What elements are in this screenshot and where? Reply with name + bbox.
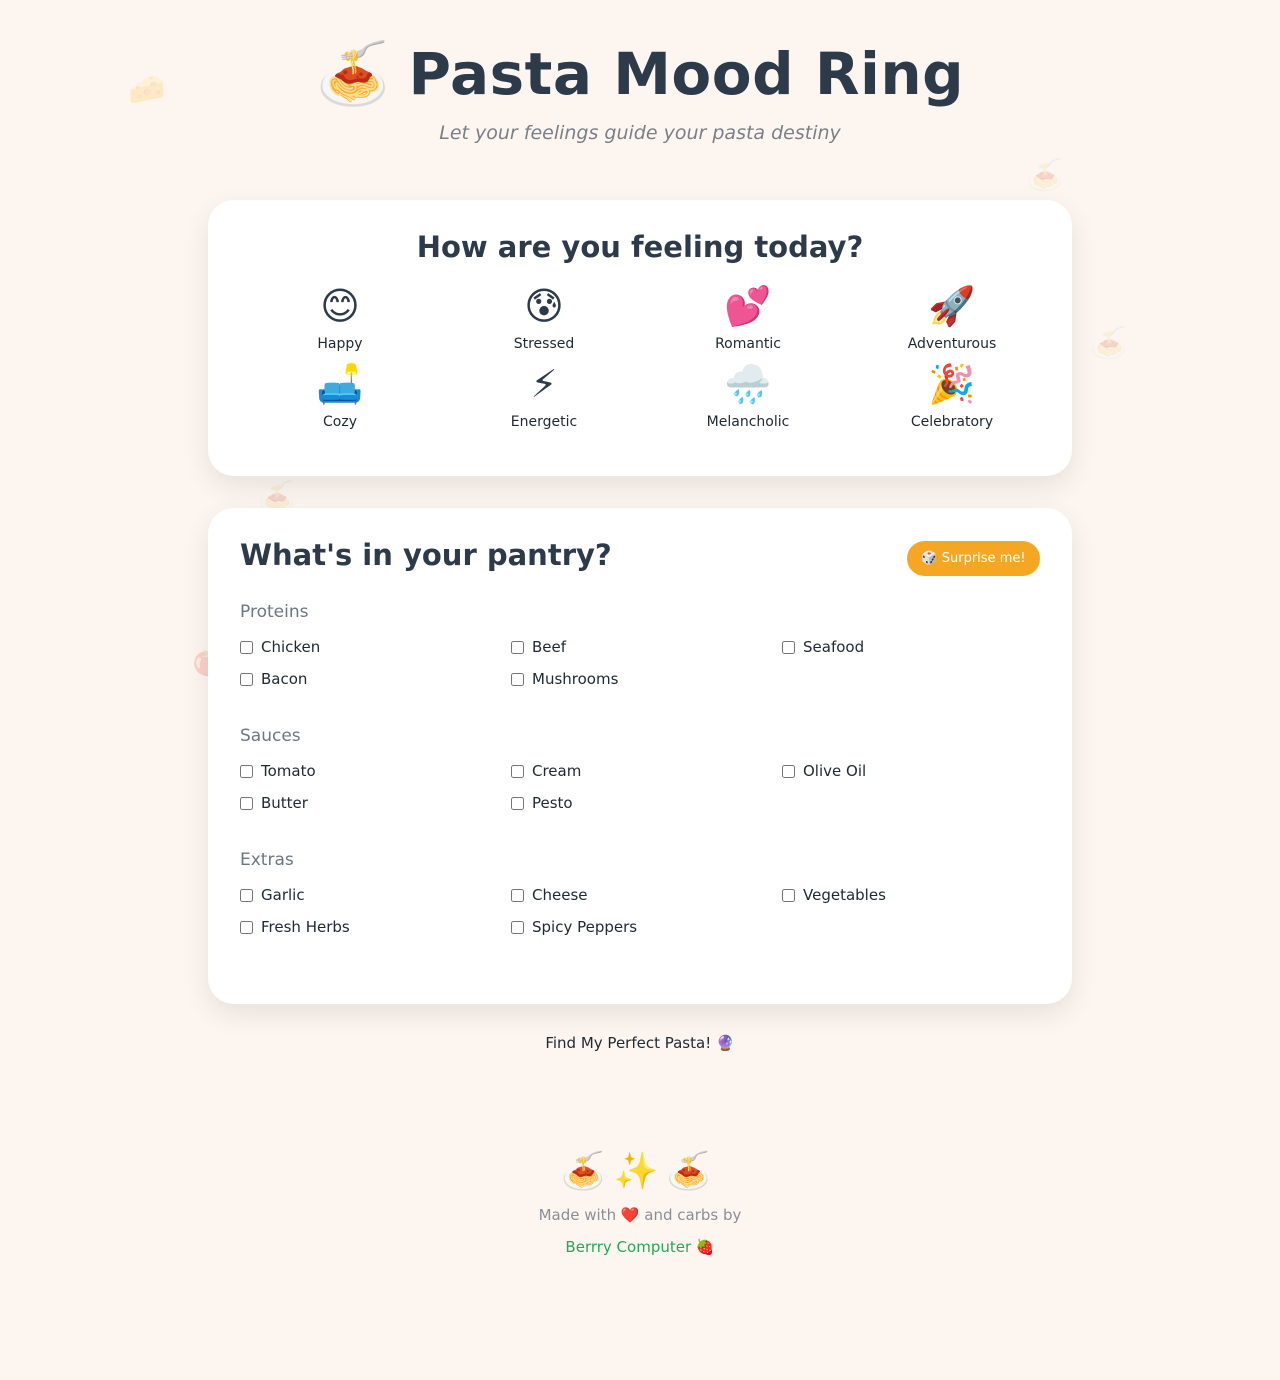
- option-label: Cheese: [532, 886, 588, 904]
- mood-option-stressed[interactable]: 😰 Stressed: [442, 284, 646, 352]
- pasta-decoration-icon: 🍝: [1090, 326, 1128, 361]
- option-beef[interactable]: Beef: [511, 638, 782, 656]
- option-mushrooms[interactable]: Mushrooms: [511, 670, 782, 688]
- checkbox[interactable]: [511, 888, 524, 902]
- option-label: Vegetables: [803, 886, 886, 904]
- pasta-sparkles-icon: 🍝✨🍝: [560, 1151, 720, 1192]
- mood-heading: How are you feeling today?: [416, 230, 864, 264]
- option-label: Seafood: [803, 638, 865, 656]
- smile-icon: 😊: [320, 284, 360, 328]
- mood-label: Adventurous: [907, 336, 997, 352]
- option-garlic[interactable]: Garlic: [240, 886, 511, 904]
- option-butter[interactable]: Butter: [240, 794, 511, 812]
- checkbox[interactable]: [782, 764, 795, 778]
- option-bacon[interactable]: Bacon: [240, 670, 511, 688]
- mood-label: Cozy: [323, 414, 357, 430]
- option-label: Pesto: [532, 794, 573, 812]
- option-cream[interactable]: Cream: [511, 762, 782, 780]
- option-label: Chicken: [261, 638, 321, 656]
- checkbox[interactable]: [782, 888, 795, 902]
- rain-cloud-icon: 🌧️: [724, 362, 772, 406]
- checkbox[interactable]: [511, 920, 524, 934]
- option-olive-oil[interactable]: Olive Oil: [782, 762, 1053, 780]
- checkbox[interactable]: [782, 640, 795, 654]
- lightning-icon: ⚡: [530, 362, 558, 406]
- mood-option-romantic[interactable]: 💕 Romantic: [646, 284, 850, 352]
- mood-label: Stressed: [513, 336, 575, 352]
- mood-option-happy[interactable]: 😊 Happy: [238, 284, 442, 352]
- checkbox[interactable]: [240, 672, 253, 686]
- option-cheese[interactable]: Cheese: [511, 886, 782, 904]
- option-label: Bacon: [261, 670, 308, 688]
- page-header: 🍝 Pasta Mood Ring Let your feelings guid…: [0, 0, 1280, 144]
- checkbox[interactable]: [240, 796, 253, 810]
- checkbox[interactable]: [240, 640, 253, 654]
- page-footer: 🍝✨🍝 Made with ❤️ and carbs by Berrry Com…: [0, 1150, 1280, 1256]
- option-chicken[interactable]: Chicken: [240, 638, 511, 656]
- section-title: Proteins: [240, 602, 309, 622]
- mood-label: Energetic: [510, 414, 578, 430]
- page-subtitle: Let your feelings guide your pasta desti…: [439, 122, 841, 144]
- find-pasta-button[interactable]: Find My Perfect Pasta! 🔮: [0, 1034, 1280, 1052]
- option-label: Olive Oil: [803, 762, 867, 780]
- option-label: Fresh Herbs: [261, 918, 350, 936]
- option-label: Spicy Peppers: [532, 918, 638, 936]
- mood-label: Melancholic: [706, 414, 790, 430]
- mood-card: How are you feeling today? 😊 Happy 😰 Str…: [208, 200, 1072, 476]
- checkbox[interactable]: [511, 764, 524, 778]
- pantry-section-extras: Extras Garlic Cheese Vegetables Fresh He…: [240, 850, 1040, 936]
- anxious-face-icon: 😰: [524, 284, 564, 328]
- checkbox[interactable]: [511, 796, 524, 810]
- title-row: 🍝 Pasta Mood Ring: [0, 40, 1280, 108]
- option-label: Tomato: [261, 762, 316, 780]
- mood-label: Celebratory: [910, 414, 994, 430]
- section-title: Sauces: [240, 726, 301, 746]
- mood-option-adventurous[interactable]: 🚀 Adventurous: [850, 284, 1054, 352]
- checkbox[interactable]: [240, 920, 253, 934]
- credit-link[interactable]: Berrry Computer 🍓: [565, 1238, 714, 1256]
- mood-grid: 😊 Happy 😰 Stressed 💕 Romantic 🚀 Adventur…: [238, 284, 1072, 430]
- option-grid: Garlic Cheese Vegetables Fresh Herbs Spi…: [240, 886, 1040, 936]
- pantry-section-proteins: Proteins Chicken Beef Seafood Bacon Mush…: [240, 602, 1040, 688]
- party-popper-icon: 🎉: [928, 362, 976, 406]
- page-title: Pasta Mood Ring: [408, 40, 965, 108]
- option-label: Butter: [261, 794, 308, 812]
- option-tomato[interactable]: Tomato: [240, 762, 511, 780]
- mood-label: Happy: [317, 336, 363, 352]
- checkbox[interactable]: [240, 764, 253, 778]
- pantry-heading: What's in your pantry?: [240, 538, 612, 572]
- hearts-icon: 💕: [724, 284, 772, 328]
- couch-icon: 🛋️: [316, 362, 364, 406]
- option-fresh-herbs[interactable]: Fresh Herbs: [240, 918, 511, 936]
- option-grid: Chicken Beef Seafood Bacon Mushrooms: [240, 638, 1040, 688]
- made-with-text: Made with ❤️ and carbs by: [538, 1206, 742, 1224]
- section-title: Extras: [240, 850, 294, 870]
- surprise-me-button[interactable]: 🎲 Surprise me!: [907, 541, 1040, 576]
- mood-option-melancholic[interactable]: 🌧️ Melancholic: [646, 362, 850, 430]
- spaghetti-icon: 🍝: [315, 39, 391, 109]
- mood-option-celebratory[interactable]: 🎉 Celebratory: [850, 362, 1054, 430]
- checkbox[interactable]: [511, 672, 524, 686]
- pantry-section-sauces: Sauces Tomato Cream Olive Oil Butter Pes…: [240, 726, 1040, 812]
- option-seafood[interactable]: Seafood: [782, 638, 1053, 656]
- option-spicy-peppers[interactable]: Spicy Peppers: [511, 918, 782, 936]
- mood-label: Romantic: [715, 336, 781, 352]
- option-label: Beef: [532, 638, 567, 656]
- pasta-decoration-icon: 🍝: [1026, 158, 1064, 193]
- option-label: Garlic: [261, 886, 305, 904]
- pantry-card: What's in your pantry? 🎲 Surprise me! Pr…: [208, 508, 1072, 1004]
- mood-option-cozy[interactable]: 🛋️ Cozy: [238, 362, 442, 430]
- mood-option-energetic[interactable]: ⚡ Energetic: [442, 362, 646, 430]
- option-grid: Tomato Cream Olive Oil Butter Pesto: [240, 762, 1040, 812]
- option-pesto[interactable]: Pesto: [511, 794, 782, 812]
- option-label: Cream: [532, 762, 582, 780]
- checkbox[interactable]: [511, 640, 524, 654]
- option-vegetables[interactable]: Vegetables: [782, 886, 1053, 904]
- checkbox[interactable]: [240, 888, 253, 902]
- option-label: Mushrooms: [532, 670, 619, 688]
- rocket-icon: 🚀: [928, 284, 976, 328]
